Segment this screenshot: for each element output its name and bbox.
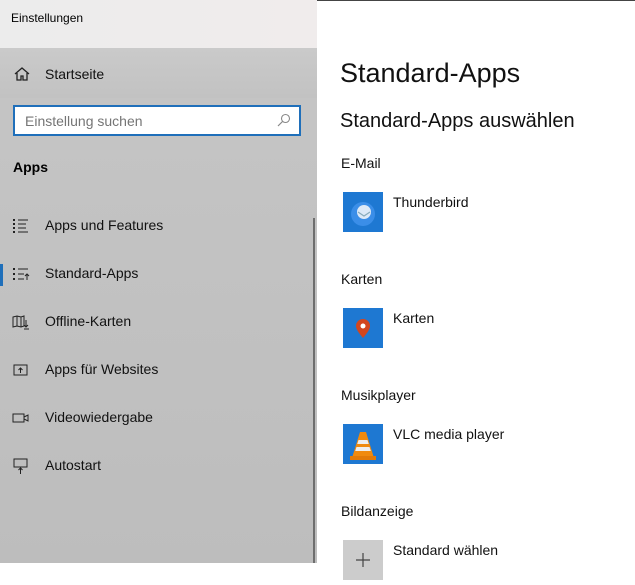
search-input[interactable] — [15, 107, 265, 134]
sidebar-item-label: Apps für Websites — [45, 361, 159, 377]
scrollbar[interactable] — [313, 218, 315, 563]
map-download-icon — [12, 315, 29, 330]
sidebar-item-offline-maps[interactable]: Offline-Karten — [0, 302, 312, 342]
music-app-button[interactable]: VLC media player — [343, 424, 613, 464]
default-apps-icon — [13, 268, 30, 280]
sidebar: Einstellungen Startseite Apps Apps und F… — [0, 0, 317, 563]
vlc-icon — [343, 424, 383, 464]
plus-icon — [343, 540, 383, 580]
app-name: VLC media player — [393, 426, 505, 442]
sidebar-item-standard-apps[interactable]: Standard-Apps — [0, 254, 312, 294]
list-icon — [13, 219, 28, 233]
category-label: E-Mail — [341, 155, 381, 171]
sidebar-item-label: Offline-Karten — [45, 313, 132, 329]
maps-icon — [343, 308, 383, 348]
home-icon — [14, 67, 30, 81]
page-title: Standard-Apps — [340, 58, 521, 88]
sidebar-item-label: Autostart — [45, 457, 102, 473]
sidebar-item-label: Standard-Apps — [45, 265, 139, 281]
section-heading: Apps — [13, 159, 48, 175]
open-app-icon — [13, 364, 28, 376]
startup-icon — [13, 458, 28, 474]
sidebar-item-apps-features[interactable]: Apps und Features — [0, 206, 312, 246]
video-icon — [12, 413, 29, 423]
sidebar-item-label: Apps und Features — [45, 217, 164, 233]
window-title: Einstellungen — [11, 11, 84, 25]
category-label: Musikplayer — [341, 387, 416, 403]
window-border — [317, 0, 635, 1]
search-box[interactable] — [13, 105, 301, 136]
thunderbird-icon — [343, 192, 383, 232]
sidebar-item-label: Videowiedergabe — [45, 409, 153, 425]
app-name: Karten — [393, 310, 435, 326]
app-name: Standard wählen — [393, 542, 499, 558]
page-subtitle: Standard-Apps auswählen — [340, 110, 575, 132]
category-label: Bildanzeige — [341, 503, 414, 519]
sidebar-item-autostart[interactable]: Autostart — [0, 446, 312, 486]
title-bar: Einstellungen — [0, 0, 317, 48]
sidebar-item-video[interactable]: Videowiedergabe — [0, 398, 312, 438]
search-icon[interactable] — [277, 113, 291, 127]
maps-app-button[interactable]: Karten — [343, 308, 613, 348]
home-label: Startseite — [45, 66, 105, 82]
sidebar-item-apps-websites[interactable]: Apps für Websites — [0, 350, 312, 390]
app-name: Thunderbird — [393, 194, 469, 210]
category-label: Karten — [341, 271, 383, 287]
image-viewer-choose-button[interactable]: Standard wählen — [343, 540, 613, 580]
home-nav-item[interactable]: Startseite — [0, 48, 317, 98]
email-app-button[interactable]: Thunderbird — [343, 192, 613, 232]
